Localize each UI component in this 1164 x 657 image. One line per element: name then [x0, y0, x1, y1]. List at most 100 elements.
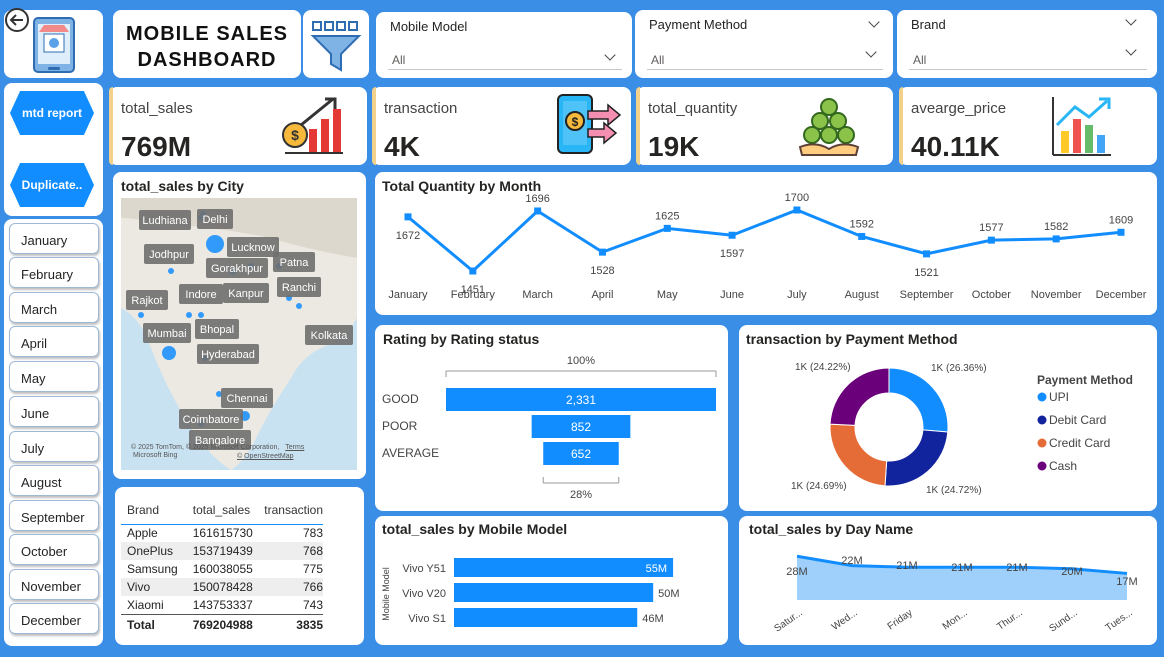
kpi-total-quantity: total_quantity 19K	[636, 87, 893, 165]
month-button-january[interactable]: January	[9, 223, 99, 254]
city-bubble-rajkot[interactable]	[138, 312, 144, 318]
area-data-label: 21M	[1006, 562, 1027, 574]
brand-slicer-label: Brand	[911, 17, 946, 32]
month-button-april[interactable]: April	[9, 326, 99, 357]
city-label-rajkot: Rajkot	[131, 295, 162, 307]
rating-funnel-chart[interactable]: 100% 2,331 GOOD 852 POOR 652 AVERAGE 28%	[375, 325, 728, 511]
table-row[interactable]: Xiaomi 143753337 743	[121, 596, 323, 614]
line-point[interactable]	[728, 231, 736, 239]
x-tick-label: Tues...	[1104, 607, 1135, 633]
y-tick-label: Vivo V20	[402, 588, 446, 600]
table-row[interactable]: OnePlus 153719439 768	[121, 542, 323, 560]
city-bubble-indore[interactable]	[186, 312, 192, 318]
quantity-line-chart[interactable]: 1672January 1451February1696March1528Apri…	[375, 172, 1157, 315]
line-point[interactable]	[663, 224, 671, 232]
legend-item-debit-card[interactable]: Debit Card	[1049, 413, 1106, 427]
brand-dropdown[interactable]: All	[909, 50, 1147, 70]
line-point[interactable]	[858, 232, 866, 240]
column-header-total-sales[interactable]: total_sales	[183, 497, 259, 524]
model-bar-chart[interactable]: Mobile Model Vivo Y51 55M Vivo V20 50M Vivo S…	[375, 516, 728, 645]
x-tick-label: December	[1096, 289, 1147, 301]
legend-marker	[1037, 461, 1047, 471]
line-point[interactable]	[1117, 228, 1125, 236]
month-button-december[interactable]: December	[9, 603, 99, 634]
city-bubble-mumbai[interactable]	[162, 346, 176, 360]
line-point[interactable]	[793, 206, 801, 214]
bar-vivo-s1[interactable]	[454, 608, 638, 627]
month-button-june[interactable]: June	[9, 396, 99, 427]
line-data-label: 1582	[1044, 221, 1068, 233]
mobile-model-slicer[interactable]: Mobile Model All	[376, 12, 632, 78]
month-button-september[interactable]: September	[9, 500, 99, 531]
donut-slice-debit-card[interactable]	[884, 429, 949, 487]
line-point[interactable]	[469, 267, 477, 275]
line-point[interactable]	[598, 248, 606, 256]
chevron-down-icon[interactable]	[1125, 14, 1137, 26]
terms-link[interactable]: Terms	[285, 444, 304, 451]
line-data-label: 1528	[590, 265, 614, 277]
bar-vivo-v20[interactable]	[454, 583, 654, 602]
month-button-november[interactable]: November	[9, 569, 99, 600]
table-row[interactable]: Samsung 160038055 775	[121, 560, 323, 578]
city-label-delhi: Delhi	[202, 214, 227, 226]
city-sales-map[interactable]: Ludhiana Delhi Lucknow Jodhpur Gorakhpur Patn…	[121, 198, 357, 470]
osm-link[interactable]: © OpenStreetMap	[237, 453, 294, 460]
mobile-model-dropdown[interactable]: All	[388, 50, 622, 70]
brand-slicer[interactable]: Brand All	[897, 10, 1157, 78]
city-bubble-jodhpur[interactable]	[168, 268, 174, 274]
month-button-october[interactable]: October	[9, 534, 99, 565]
donut-slice-upi[interactable]	[888, 367, 949, 433]
table-cell: 153719439	[192, 544, 253, 558]
filter-icon-card[interactable]	[303, 10, 369, 78]
donut-slice-cash[interactable]	[829, 367, 890, 426]
legend-item-credit-card[interactable]: Credit Card	[1049, 436, 1110, 450]
x-tick-label: June	[720, 289, 744, 301]
chevron-down-icon[interactable]	[868, 16, 880, 28]
day-area-chart[interactable]: 28M Satur... 22M Wed... 21M Friday 21M Mon... 21…	[739, 516, 1157, 645]
column-header-transaction[interactable]: transaction	[259, 497, 323, 524]
table-cell: Vivo	[127, 580, 151, 594]
line-point[interactable]	[404, 213, 412, 221]
bar-vivo-y51[interactable]	[454, 558, 674, 577]
month-button-may[interactable]: May	[9, 361, 99, 392]
area-data-label: 28M	[786, 566, 807, 578]
line-data-label: 1577	[979, 222, 1003, 234]
payment-donut-chart[interactable]: 1K (26.36%) 1K (24.72%) 1K (24.69%) 1K (24.…	[739, 325, 1157, 511]
dashboard-title-line1: MOBILE SALES	[125, 23, 288, 45]
line-point[interactable]	[1052, 235, 1060, 243]
x-tick-label: January	[388, 289, 428, 301]
table-row[interactable]: Apple 161615730 783	[121, 524, 323, 542]
bar-data-label: 46M	[642, 613, 663, 625]
legend-marker	[1037, 438, 1047, 448]
duplicate-button[interactable]: Duplicate..	[10, 163, 94, 207]
month-button-july[interactable]: July	[9, 431, 99, 462]
table-row[interactable]: Vivo 150078428 766	[121, 578, 323, 596]
back-arrow-icon[interactable]	[4, 7, 30, 33]
legend-item-upi[interactable]: UPI	[1049, 390, 1069, 404]
bing-logo: Microsoft Bing	[133, 452, 178, 459]
city-bubble-lucknow[interactable]	[206, 235, 224, 253]
payment-method-dropdown[interactable]: All	[647, 50, 883, 70]
city-label-kolkata: Kolkata	[311, 330, 349, 342]
line-point[interactable]	[923, 250, 931, 258]
line-data-label: 1696	[525, 193, 549, 205]
line-point[interactable]	[534, 207, 542, 215]
city-bubble-kolkata[interactable]	[296, 303, 302, 309]
month-button-march[interactable]: March	[9, 292, 99, 323]
month-button-august[interactable]: August	[9, 465, 99, 496]
city-bubble-bhopal[interactable]	[198, 312, 204, 318]
line-data-label: 1597	[720, 248, 744, 260]
x-tick-label: October	[972, 289, 1011, 301]
table-cell: Apple	[127, 526, 158, 541]
bar-data-label: 55M	[646, 563, 667, 575]
line-point[interactable]	[987, 236, 995, 244]
mtd-report-button[interactable]: mtd report	[10, 91, 94, 135]
month-button-february[interactable]: February	[9, 257, 99, 288]
column-header-brand[interactable]: Brand	[121, 497, 183, 524]
payment-method-slicer[interactable]: Payment Method All	[635, 10, 893, 78]
kpi-label: total_sales	[121, 100, 193, 117]
donut-slice-credit-card[interactable]	[829, 423, 888, 487]
funnel-top-pct: 100%	[567, 355, 595, 367]
legend-item-cash[interactable]: Cash	[1049, 459, 1077, 473]
table-header-row: Brand total_sales transaction	[121, 497, 323, 524]
